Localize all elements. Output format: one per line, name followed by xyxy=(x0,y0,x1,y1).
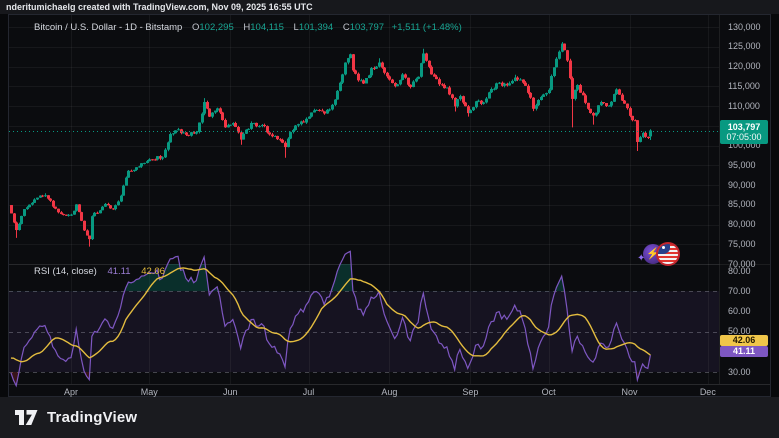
symbol-title: Bitcoin / U.S. Dollar - 1D - Bitstamp xyxy=(34,22,182,33)
price-axis-label: 120,000 xyxy=(728,62,761,71)
price-axis-label: 110,000 xyxy=(728,102,760,111)
sparkle-icon: ✦ xyxy=(637,254,645,264)
rsi-indicator-title: RSI (14, close) xyxy=(34,266,97,277)
price-axis-label: 115,000 xyxy=(728,82,760,91)
rsi-legend[interactable]: RSI (14, close) 41.11 42.06 xyxy=(34,266,165,277)
close-label: C xyxy=(343,22,350,33)
month-axis-label: Aug xyxy=(372,387,406,397)
month-axis-label: Sep xyxy=(453,387,487,397)
tradingview-logo-icon[interactable] xyxy=(14,407,39,428)
rsi-current-value: 41.11 xyxy=(107,266,130,277)
symbol-legend[interactable]: Bitcoin / U.S. Dollar - 1D - Bitstamp O1… xyxy=(34,22,462,33)
price-axis-label: 70,000 xyxy=(728,260,756,269)
month-axis-label: Nov xyxy=(613,387,647,397)
rsi-ma-value: 42.06 xyxy=(141,266,165,277)
tradingview-logo-text[interactable]: TradingView xyxy=(47,409,137,426)
price-axis-label: 80,000 xyxy=(728,220,756,229)
usa-ball-emoji-sticker[interactable] xyxy=(656,242,680,266)
month-axis-label: May xyxy=(132,387,166,397)
month-axis-label: Oct xyxy=(532,387,566,397)
close-value: 103,797 xyxy=(350,22,384,33)
chart-area[interactable]: Bitcoin / U.S. Dollar - 1D - Bitstamp O1… xyxy=(8,14,771,397)
attribution-bar: nderitumichaelg created with TradingView… xyxy=(0,0,779,14)
rsi-axis-label: 60.00 xyxy=(728,307,751,316)
month-axis-label: Dec xyxy=(691,387,725,397)
price-axis-label: 75,000 xyxy=(728,240,756,249)
attribution-text: nderitumichaelg created with TradingView… xyxy=(6,2,313,12)
current-price-value: 103,797 xyxy=(720,122,768,132)
month-axis-label: Apr xyxy=(54,387,88,397)
flag-star xyxy=(662,246,665,249)
open-value: 102,295 xyxy=(199,22,233,33)
current-price-badge: 103,797 07:05:00 xyxy=(720,120,768,144)
bottom-bar: TradingView xyxy=(0,397,779,438)
price-axis-label: 130,000 xyxy=(728,23,761,32)
rsi-axis-label: 30.00 xyxy=(728,368,751,377)
rsi-axis-label: 70.00 xyxy=(728,287,751,296)
price-axis-label: 95,000 xyxy=(728,161,756,170)
price-scale-axis[interactable]: 30.0040.0050.0060.0070.0080.0070,00075,0… xyxy=(719,15,770,384)
high-value: 104,115 xyxy=(250,22,284,33)
rsi-ma-badge: 42.06 xyxy=(720,335,768,346)
price-axis-label: 85,000 xyxy=(728,200,756,209)
price-axis-label: 125,000 xyxy=(728,42,761,51)
month-axis-label: Jun xyxy=(213,387,247,397)
bar-countdown: 07:05:00 xyxy=(720,132,768,142)
change-value: +1,511 (+1.48%) xyxy=(392,22,462,33)
low-value: 101,394 xyxy=(299,22,333,33)
chart-canvas[interactable] xyxy=(9,15,770,396)
rsi-value-badge: 41.11 xyxy=(720,346,768,357)
month-axis-label: Jul xyxy=(292,387,326,397)
time-scale-axis[interactable]: Apr May Jun Jul Aug Sep Oct Nov Dec xyxy=(9,384,770,397)
price-axis-label: 90,000 xyxy=(728,181,756,190)
